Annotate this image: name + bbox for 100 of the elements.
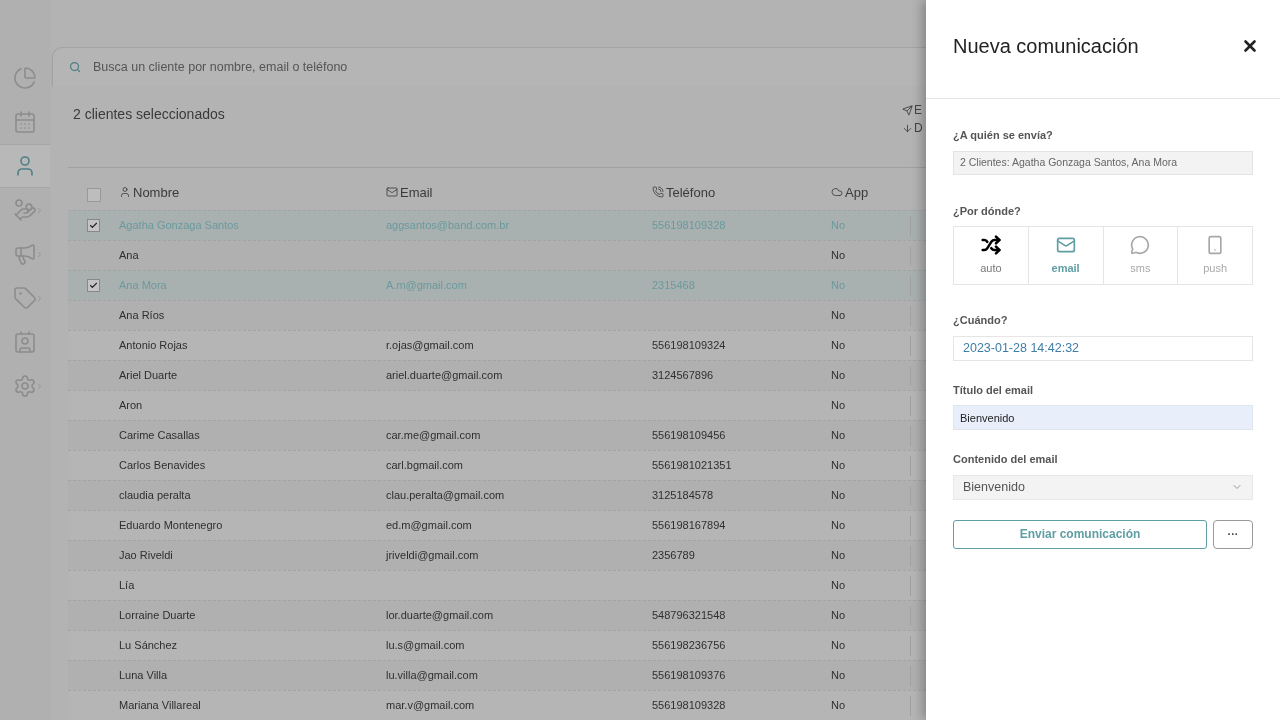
shuffle-icon <box>980 234 1001 255</box>
name-cell: Antonio Rojas <box>119 339 188 352</box>
phone-cell: 556198109328 <box>652 699 726 712</box>
sidebar-item[interactable] <box>0 144 50 188</box>
tag-icon <box>13 286 37 310</box>
chat-bubble-icon <box>1130 234 1151 255</box>
name-cell: Eduardo Montenegro <box>119 519 223 532</box>
name-cell: Ana Ríos <box>119 309 165 322</box>
name-cell: Lorraine Duarte <box>119 609 196 622</box>
email-cell: ariel.duarte@gmail.com <box>386 369 503 382</box>
name-cell: Lu Sánchez <box>119 639 178 652</box>
recipients-field: 2 Clientes: Agatha Gonzaga Santos, Ana Mora <box>953 150 1253 175</box>
name-cell: Lía <box>119 579 135 592</box>
name-cell: Agatha Gonzaga Santos <box>119 219 239 232</box>
close-button[interactable] <box>1241 37 1259 55</box>
name-cell: Ana <box>119 249 139 262</box>
app-cell-text: No <box>831 218 846 234</box>
close-icon <box>1241 37 1259 55</box>
app-cell-text: No <box>831 488 846 504</box>
content-dropdown[interactable]: Bienvenido <box>953 474 1253 500</box>
row-checkbox[interactable] <box>87 279 100 292</box>
email-cell: lu.villa@gmail.com <box>386 669 478 682</box>
action-button[interactable]: E <box>902 104 926 116</box>
app-cell-text: No <box>831 608 846 624</box>
subject-field[interactable]: Bienvenido <box>953 405 1253 430</box>
app-cell-text: No <box>831 368 846 384</box>
column-header[interactable]: Email <box>386 182 652 202</box>
email-cell: car.me@gmail.com <box>386 429 481 442</box>
field-label: Título del email <box>953 382 1035 398</box>
name-cell: Carlos Benavides <box>119 459 206 472</box>
phone-cell: 548796321548 <box>652 609 726 622</box>
drawer-title: Nueva comunicación <box>953 34 1139 59</box>
email-cell: r.ojas@gmail.com <box>386 339 474 352</box>
row-checkbox[interactable] <box>87 219 100 232</box>
email-cell: mar.v@gmail.com <box>386 699 475 712</box>
app-cell-text: No <box>831 428 846 444</box>
name-cell: Carime Casallas <box>119 429 200 442</box>
phone-cell: 556198109376 <box>652 669 726 682</box>
app-cell-text: No <box>831 578 846 594</box>
search-field[interactable]: Busca un cliente por nombre, email o teléfono <box>93 57 926 77</box>
email-cell: A.m@gmail.com <box>386 279 467 292</box>
action-button[interactable]: D <box>902 122 926 134</box>
email-cell: aggsantos@band.com.br <box>386 219 510 232</box>
pie-chart-icon <box>13 66 37 90</box>
phone-cell: 556198109324 <box>652 339 726 352</box>
app-cell-text: No <box>831 548 846 564</box>
name-cell: Ariel Duarte <box>119 369 178 382</box>
email-cell: lu.s@gmail.com <box>386 639 465 652</box>
email-cell: carl.bgmail.com <box>386 459 464 472</box>
down-arrow-icon <box>902 122 913 134</box>
column-header[interactable]: Teléfono <box>652 182 831 202</box>
app-cell-text: No <box>831 638 846 654</box>
phone-icon <box>652 186 664 199</box>
field-label: ¿Cuándo? <box>953 313 1009 329</box>
more-button[interactable]: ··· <box>1213 519 1253 549</box>
badge-icon <box>13 330 37 354</box>
app-cell-text: No <box>831 518 846 534</box>
selection-summary: 2 clientes seleccionados <box>72 105 226 124</box>
name-cell: Jao Riveldi <box>119 549 173 562</box>
phone-cell: 556198236756 <box>652 639 726 652</box>
app-cell-text: No <box>831 278 846 294</box>
phone-cell: 2356789 <box>652 549 695 562</box>
phone-cell: 556198167894 <box>652 519 726 532</box>
check-icon <box>89 221 98 230</box>
column-header[interactable]: App <box>831 182 911 202</box>
email-cell: ed.m@gmail.com <box>386 519 472 532</box>
field-label: Contenido del email <box>953 452 1059 467</box>
user-icon <box>119 186 131 199</box>
email-cell: clau.peralta@gmail.com <box>386 489 505 502</box>
email-cell: jriveldi@gmail.com <box>386 549 479 562</box>
date-field[interactable]: 2023-01-28 14:42:32 <box>953 335 1253 361</box>
field-label: ¿Por dónde? <box>953 203 1022 219</box>
select-all-checkbox[interactable] <box>86 188 101 202</box>
phone-cell: 556198109328 <box>652 219 726 232</box>
app-cell-text: No <box>831 248 846 264</box>
phone-cell: 2315468 <box>652 279 695 292</box>
phone-cell: 3125184578 <box>652 489 714 502</box>
name-cell: Mariana Villareal <box>119 699 201 712</box>
megaphone-icon <box>13 242 37 266</box>
app-cell-text: No <box>831 338 846 354</box>
cloud-icon <box>831 186 843 199</box>
name-cell: Luna Villa <box>119 669 168 682</box>
email-cell: lor.duarte@gmail.com <box>386 609 494 622</box>
calendar-icon <box>13 110 37 134</box>
hand-coins-icon <box>13 198 37 222</box>
phone-cell: 3124567896 <box>652 369 714 382</box>
app-cell-text: No <box>831 668 846 684</box>
check-icon <box>89 281 98 290</box>
app-cell-text: No <box>831 698 846 714</box>
field-label: ¿A quién se envía? <box>953 128 1054 144</box>
name-cell: claudia peralta <box>119 489 191 502</box>
column-header[interactable]: Nombre <box>119 182 386 202</box>
envelope-icon <box>386 186 398 199</box>
name-cell: Ana Mora <box>119 279 167 292</box>
channel-option[interactable]: auto <box>954 227 1028 284</box>
settings-icon <box>13 374 37 398</box>
phone-cell: 556198109456 <box>652 429 726 442</box>
app-cell-text: No <box>831 308 846 324</box>
app-cell-text: No <box>831 458 846 474</box>
app-cell-text: No <box>831 398 846 414</box>
